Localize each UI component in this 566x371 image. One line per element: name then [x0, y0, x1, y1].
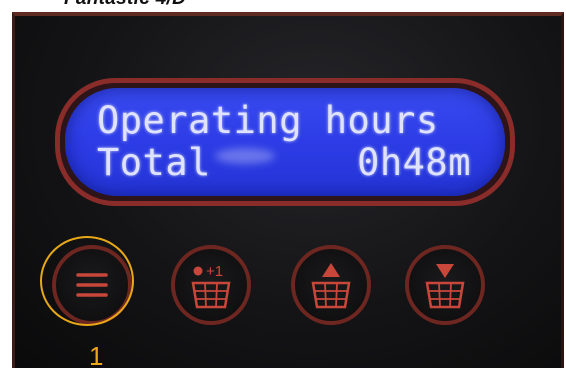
lcd-display: Operating hours Total 0h48m	[65, 88, 505, 196]
display-glare	[215, 148, 275, 164]
display-line-1: Operating hours	[97, 99, 439, 142]
increase-icon	[311, 263, 351, 309]
add-shot-button[interactable]: +1	[171, 245, 251, 325]
callout-number: 1	[89, 341, 104, 371]
display-frame: Operating hours Total 0h48m	[55, 78, 515, 206]
add-shot-label: +1	[206, 263, 223, 280]
menu-button[interactable]	[52, 245, 132, 325]
display-line-2-value: 0h48m	[357, 141, 471, 184]
increase-button[interactable]	[291, 245, 371, 325]
menu-icon	[76, 273, 108, 297]
page-heading: Fantastic 4/D	[64, 0, 186, 10]
decrease-button[interactable]	[405, 245, 485, 325]
display-line-2-label: Total	[97, 141, 211, 184]
add-shot-icon: +1	[191, 263, 231, 309]
decrease-icon	[425, 264, 465, 309]
photo: Fantastic 4/D Operating hours Total 0h48…	[0, 0, 566, 371]
